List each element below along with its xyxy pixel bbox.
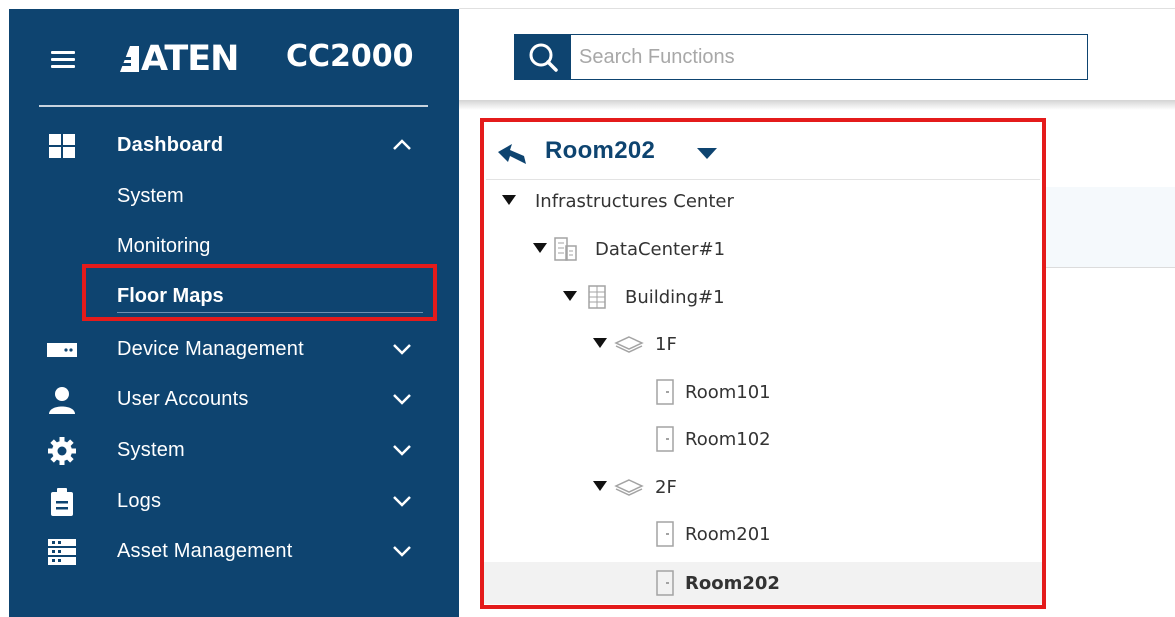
chevron-down-icon[interactable] [390, 391, 414, 407]
tree-node-label: Room202 [685, 573, 780, 594]
active-item-underline [117, 312, 423, 313]
brand-divider [39, 105, 428, 107]
tree-node-floor-2f[interactable]: 2F [486, 468, 1040, 508]
sidebar-item-asset-management[interactable]: Asset Management [9, 531, 459, 571]
floor-layers-icon [614, 479, 644, 496]
sidebar-item-label: Logs [117, 490, 162, 512]
tree-node-room102[interactable]: Room102 [486, 420, 1040, 460]
current-location-title[interactable]: Room202 [545, 137, 655, 165]
brand-row: ATEN CC2000 [9, 9, 459, 109]
brand-name: ATEN [141, 39, 239, 79]
expand-caret-icon[interactable] [563, 291, 577, 301]
tree-node-label: Room201 [685, 524, 771, 545]
tree-node-room201[interactable]: Room201 [486, 515, 1040, 555]
tree-header: Room202 [480, 118, 1046, 180]
top-bar-shadow [459, 100, 1175, 110]
expand-caret-icon[interactable] [593, 338, 607, 348]
sidebar-item-dashboard[interactable]: Dashboard [9, 125, 459, 165]
tree-node-room101[interactable]: Room101 [486, 373, 1040, 413]
datacenter-icon [554, 237, 577, 261]
chevron-up-icon[interactable] [390, 137, 414, 153]
sidebar-item-device-management[interactable]: Device Management [9, 329, 459, 369]
chevron-down-icon[interactable] [390, 543, 414, 559]
content-panel-strip [1046, 187, 1175, 267]
device-icon [47, 337, 77, 363]
room-door-icon [656, 426, 674, 452]
sidebar-item-system[interactable]: System [9, 430, 459, 470]
expand-caret-icon[interactable] [533, 243, 547, 253]
tree-node-infrastructures-center[interactable]: Infrastructures Center [486, 182, 1040, 222]
sidebar-item-label: Device Management [117, 338, 304, 360]
sidebar-item-label: Dashboard [117, 134, 224, 156]
rack-icon [47, 539, 77, 565]
tree-node-label: Infrastructures Center [535, 191, 734, 212]
search-button[interactable] [515, 35, 571, 79]
tree-node-label: Building#1 [625, 287, 725, 308]
tree-node-floor-1f[interactable]: 1F [486, 325, 1040, 365]
aten-logo-mark-icon [117, 46, 139, 72]
building-icon [588, 285, 606, 309]
content-panel-divider [1046, 267, 1175, 268]
tree-node-label: Room102 [685, 429, 771, 450]
sidebar-item-label: System [117, 439, 185, 461]
tree-node-building[interactable]: Building#1 [486, 278, 1040, 318]
expand-caret-icon[interactable] [593, 481, 607, 491]
room-door-icon [656, 521, 674, 547]
chevron-down-icon[interactable] [390, 442, 414, 458]
chevron-down-icon[interactable] [390, 493, 414, 509]
tree-header-divider [486, 179, 1040, 180]
aten-logo: ATEN [117, 39, 239, 79]
sidebar-subitem-system[interactable]: System [117, 185, 184, 217]
location-tree-panel: Room202 Infrastructures Center DataCente… [480, 118, 1046, 609]
sidebar-item-label: User Accounts [117, 388, 249, 410]
caret-down-icon[interactable] [696, 146, 718, 160]
tree-node-label: 2F [655, 477, 677, 498]
tree-node-datacenter[interactable]: DataCenter#1 [486, 230, 1040, 270]
expand-caret-icon[interactable] [502, 195, 516, 205]
sidebar-subitem-monitoring[interactable]: Monitoring [117, 235, 210, 267]
clipboard-icon [47, 488, 77, 516]
user-icon [47, 387, 77, 414]
chevron-down-icon[interactable] [390, 341, 414, 357]
room-door-icon [656, 570, 674, 596]
gear-icon [47, 437, 77, 465]
back-arrow-icon[interactable] [496, 142, 528, 166]
search-icon [529, 43, 558, 72]
sidebar-item-logs[interactable]: Logs [9, 481, 459, 521]
search-input[interactable] [579, 42, 1074, 72]
dashboard-grid-icon [47, 133, 77, 159]
room-door-icon [656, 379, 674, 405]
sidebar-item-user-accounts[interactable]: User Accounts [9, 379, 459, 419]
tree-node-label: 1F [655, 334, 677, 355]
sidebar-item-label: Asset Management [117, 540, 293, 562]
sidebar: ATEN CC2000 Dashboard System Monitoring … [9, 9, 459, 617]
tree-node-room202[interactable]: Room202 [484, 562, 1042, 604]
tree-node-label: DataCenter#1 [595, 239, 726, 260]
hamburger-menu-icon[interactable] [51, 49, 79, 69]
floor-layers-icon [614, 336, 644, 353]
search-box [514, 34, 1088, 80]
model-name: CC2000 [286, 39, 414, 74]
tree-node-label: Room101 [685, 382, 771, 403]
